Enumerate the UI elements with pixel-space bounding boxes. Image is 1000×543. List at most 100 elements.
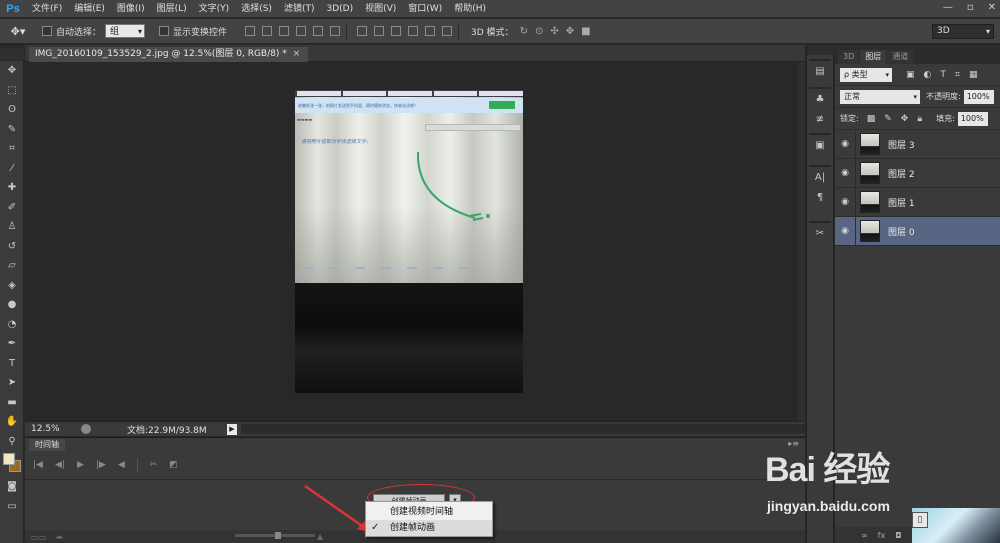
- menu-layer[interactable]: 图层(L): [151, 0, 193, 18]
- shape-filter-icon[interactable]: ⌗: [955, 70, 960, 80]
- blend-mode-dropdown[interactable]: 正常: [840, 89, 920, 104]
- previous-frame-icon[interactable]: ◀|: [55, 460, 65, 470]
- close-document-icon[interactable]: ×: [293, 49, 301, 59]
- status-menu-arrow-icon[interactable]: ▶: [227, 423, 237, 435]
- show-transform-checkbox[interactable]: [159, 26, 170, 36]
- healing-brush-tool-icon[interactable]: ✚: [0, 178, 24, 198]
- layer-row-2[interactable]: ◉ 图层 2: [835, 158, 1000, 188]
- align-left-icon[interactable]: [296, 26, 307, 36]
- align-vcenter-icon[interactable]: [262, 26, 273, 36]
- layer-style-icon[interactable]: fx: [878, 531, 886, 540]
- tool-presets-icon[interactable]: ✂: [809, 223, 831, 243]
- tab-channels[interactable]: 通道: [887, 50, 914, 64]
- layer-filter-dropdown[interactable]: ρ 类型: [840, 67, 892, 82]
- distribute-left-icon[interactable]: [408, 26, 419, 36]
- distribute-top-icon[interactable]: [357, 26, 368, 36]
- timeline-zoom-slider[interactable]: [235, 532, 315, 539]
- timeline-tab[interactable]: 时间轴: [29, 439, 65, 451]
- auto-select-dropdown[interactable]: 组: [105, 24, 146, 39]
- minimize-button[interactable]: —: [943, 2, 953, 13]
- type-filter-icon[interactable]: T: [940, 70, 946, 80]
- tab-3d[interactable]: 3D: [838, 50, 860, 64]
- history-brush-tool-icon[interactable]: ↺: [0, 237, 24, 257]
- menu-image[interactable]: 图像(I): [111, 0, 151, 18]
- add-mask-icon[interactable]: ◘: [895, 531, 901, 540]
- canvas-area[interactable]: 收集纸张一张，拍照片发送到手机里，随时随地浏览，快来试试吧！ ▬▬▬▬ 请用照片…: [25, 62, 805, 421]
- visibility-eye-icon[interactable]: ◉: [835, 197, 855, 207]
- brush-tool-icon[interactable]: ✐: [0, 198, 24, 218]
- quick-select-tool-icon[interactable]: ✎: [0, 120, 24, 140]
- brush-panel-icon[interactable]: ♣: [809, 89, 831, 109]
- 3d-rotate-icon[interactable]: ↻: [520, 26, 528, 37]
- align-top-icon[interactable]: [245, 26, 256, 36]
- link-layers-icon[interactable]: ∞: [861, 531, 868, 540]
- menu-item-create-video-timeline[interactable]: 创建视频时间轴: [366, 504, 492, 520]
- layer-row-3[interactable]: ◉ 图层 3: [835, 129, 1000, 159]
- adjustments-icon[interactable]: ▣: [809, 135, 831, 155]
- layer-row-1[interactable]: ◉ 图层 1: [835, 187, 1000, 217]
- fill-input[interactable]: 100%: [957, 111, 988, 126]
- foreground-color-swatch[interactable]: [3, 453, 15, 465]
- align-right-icon[interactable]: [330, 26, 341, 36]
- menu-view[interactable]: 视图(V): [359, 0, 402, 18]
- tab-layers[interactable]: 图层: [860, 50, 887, 64]
- layer-row-0[interactable]: ◉ 图层 0: [835, 216, 1000, 246]
- lock-position-icon[interactable]: ✥: [901, 114, 909, 124]
- auto-select-checkbox[interactable]: [42, 26, 52, 36]
- eraser-tool-icon[interactable]: ▱: [0, 256, 24, 276]
- menu-window[interactable]: 窗口(W): [402, 0, 448, 18]
- lock-paint-icon[interactable]: ✎: [884, 114, 892, 124]
- menu-select[interactable]: 选择(S): [235, 0, 278, 18]
- shape-tool-icon[interactable]: ▬: [0, 393, 24, 413]
- align-hcenter-icon[interactable]: [313, 26, 324, 36]
- 3d-roll-icon[interactable]: ⊙: [535, 26, 543, 37]
- distribute-right-icon[interactable]: [442, 26, 453, 36]
- 3d-slide-icon[interactable]: ✥: [566, 26, 574, 37]
- distribute-bottom-icon[interactable]: [391, 26, 402, 36]
- distribute-vcenter-icon[interactable]: [374, 26, 385, 36]
- 3d-pan-icon[interactable]: ✣: [550, 26, 558, 37]
- smart-object-filter-icon[interactable]: ▦: [969, 70, 978, 80]
- timeline-settings-icon[interactable]: ▭▭: [31, 533, 46, 542]
- pixel-filter-icon[interactable]: ▣: [906, 70, 915, 80]
- zoom-level[interactable]: 12.5%: [25, 423, 75, 436]
- distribute-hcenter-icon[interactable]: [425, 26, 436, 36]
- hand-tool-icon[interactable]: ✋: [0, 412, 24, 432]
- move-tool-icon[interactable]: ✥: [0, 61, 24, 81]
- marquee-tool-icon[interactable]: ⬚: [0, 81, 24, 101]
- character-panel-icon[interactable]: A|: [809, 167, 831, 187]
- align-bottom-icon[interactable]: [279, 26, 290, 36]
- menu-type[interactable]: 文字(Y): [193, 0, 236, 18]
- lock-all-icon[interactable]: 🔒︎: [917, 114, 922, 124]
- paint-bucket-tool-icon[interactable]: ◈: [0, 276, 24, 296]
- audio-icon[interactable]: ◀: [118, 460, 125, 470]
- visibility-eye-icon[interactable]: ◉: [835, 168, 855, 178]
- lock-transparency-icon[interactable]: ▩: [867, 114, 876, 124]
- path-select-tool-icon[interactable]: ➤: [0, 373, 24, 393]
- clone-stamp-tool-icon[interactable]: ♙: [0, 217, 24, 237]
- brush-presets-icon[interactable]: ≢: [809, 109, 831, 129]
- adjustment-filter-icon[interactable]: ◐: [924, 70, 932, 80]
- canvas-horizontal-scrollbar[interactable]: [241, 424, 805, 434]
- timeline-panel-menu-icon[interactable]: ▸≡: [788, 439, 799, 448]
- screen-mode-icon[interactable]: ▭: [0, 497, 24, 517]
- history-panel-icon[interactable]: ▤: [809, 61, 831, 81]
- 3d-camera-icon[interactable]: ■: [581, 26, 590, 37]
- transition-icon[interactable]: ◩: [169, 460, 178, 470]
- move-tool-preset-icon[interactable]: ✥▾: [0, 25, 36, 38]
- status-info-icon[interactable]: [81, 424, 91, 434]
- workspace-dropdown[interactable]: 3D: [932, 24, 994, 39]
- visibility-eye-icon[interactable]: ◉: [835, 139, 855, 149]
- type-tool-icon[interactable]: T: [0, 354, 24, 374]
- menu-help[interactable]: 帮助(H): [448, 0, 492, 18]
- crop-tool-icon[interactable]: ⌗: [0, 139, 24, 159]
- document-tab[interactable]: IMG_20160109_153529_2.jpg @ 12.5%(图层 0, …: [29, 47, 309, 62]
- corner-panel-icon[interactable]: ▯: [912, 512, 928, 528]
- convert-icon[interactable]: ➦: [56, 533, 63, 542]
- play-icon[interactable]: ▶: [77, 460, 84, 470]
- first-frame-icon[interactable]: |◀: [33, 460, 43, 470]
- close-window-button[interactable]: ✕: [988, 2, 996, 13]
- menu-filter[interactable]: 滤镜(T): [278, 0, 321, 18]
- menu-file[interactable]: 文件(F): [26, 0, 68, 18]
- dodge-tool-icon[interactable]: ◔: [0, 315, 24, 335]
